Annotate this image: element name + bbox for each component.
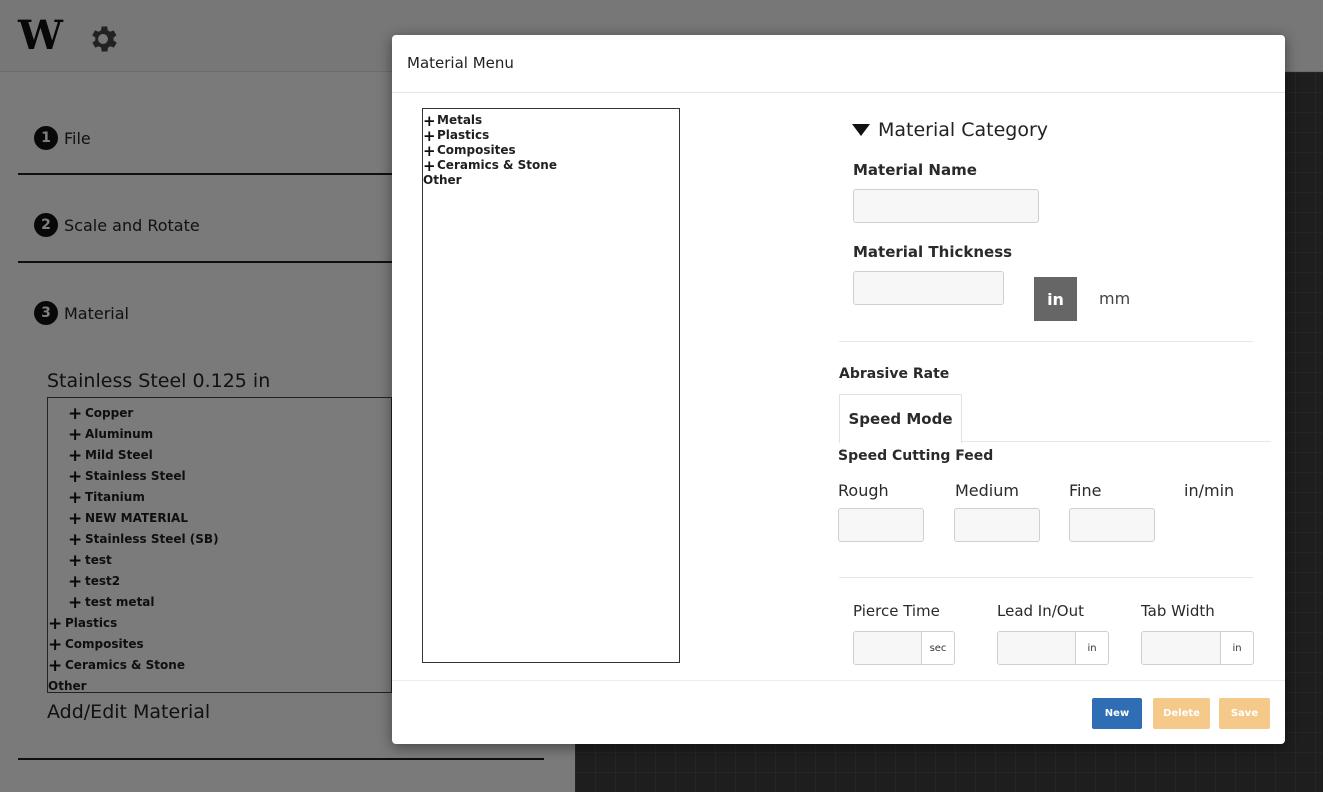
material-category-label: Material Category [878,119,1049,141]
tree-item[interactable]: +Ceramics & Stone [423,158,679,173]
rough-feed-input[interactable] [838,508,924,542]
delete-button[interactable]: Delete [1153,698,1210,729]
medium-label: Medium [955,481,1019,500]
unit-mm-button[interactable]: mm [1099,289,1130,308]
abrasive-rate-label: Abrasive Rate [839,366,950,382]
plus-icon[interactable]: + [423,143,436,158]
fine-label: Fine [1069,481,1102,500]
lead-in-out-label: Lead In/Out [997,602,1084,620]
material-name-input[interactable] [853,189,1039,223]
plus-icon[interactable]: + [423,158,436,173]
pierce-time-input[interactable] [854,632,922,664]
material-thickness-label: Material Thickness [853,243,1013,261]
tab-speed-mode[interactable]: Speed Mode [839,394,962,443]
medium-feed-input[interactable] [954,508,1040,542]
tree-item[interactable]: + Metals [423,113,679,128]
dialog-title: Material Menu [407,54,514,72]
tree-item[interactable]: +Plastics [423,128,679,143]
material-thickness-input[interactable] [853,271,1004,305]
speed-cutting-feed-label: Speed Cutting Feed [838,448,994,464]
plus-icon[interactable]: + [423,128,436,143]
unit-label: in [1087,642,1097,654]
pierce-time-field[interactable]: sec [853,631,955,665]
new-button[interactable]: New [1092,698,1142,729]
tab-width-field[interactable]: in [1141,631,1254,665]
material-menu-dialog: Material Menu + Metals + Plastics + Composi… [392,35,1285,744]
feed-unit-label: in/min [1184,481,1235,500]
tree-item[interactable]: +Composites [423,143,679,158]
pierce-time-label: Pierce Time [853,602,940,620]
divider [839,577,1253,578]
divider [839,341,1253,342]
lead-in-out-field[interactable]: in [997,631,1109,665]
dialog-footer-divider [392,680,1285,681]
save-button[interactable]: Save [1219,698,1270,729]
rough-label: Rough [838,481,889,500]
tab-width-label: Tab Width [1141,602,1215,620]
category-tree: + Metals + Plastics + Composites + Ceramics … [422,108,680,663]
unit-label: in [1232,642,1242,654]
material-name-label: Material Name [853,161,977,179]
fine-feed-input[interactable] [1069,508,1155,542]
plus-icon[interactable]: + [423,113,436,128]
tree-item-other[interactable]: Other [423,173,679,188]
material-category-toggle[interactable]: Material Category [852,119,1048,141]
caret-down-icon [852,124,870,136]
tab-width-input[interactable] [1142,632,1221,664]
dialog-header: Material Menu [392,35,1285,93]
unit-in-button[interactable]: in [1034,277,1077,321]
lead-in-out-input[interactable] [998,632,1076,664]
unit-label: sec [929,642,947,654]
